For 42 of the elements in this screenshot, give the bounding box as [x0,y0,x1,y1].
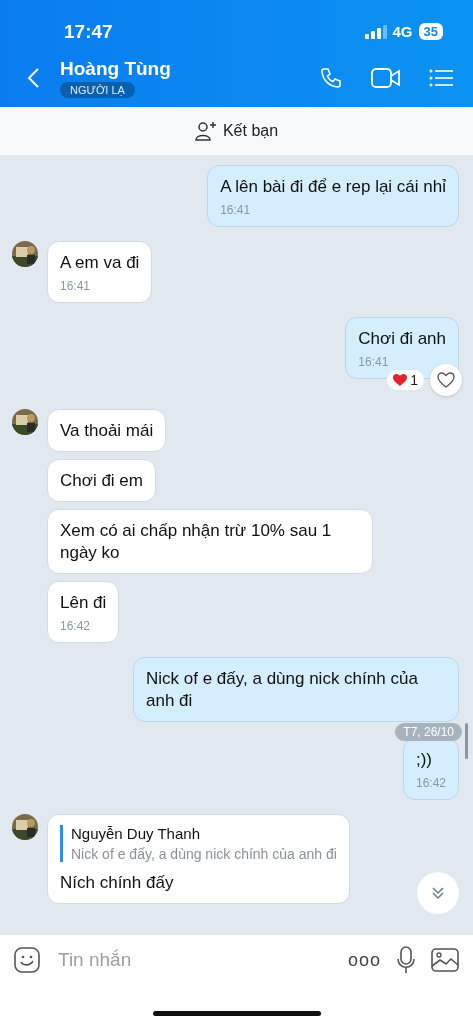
back-icon[interactable] [26,67,40,89]
quote-text: Nick of e đấy, a dùng nick chính của anh đi [71,846,337,862]
message-text: Va thoải mái [60,420,154,442]
message-text: ;)) [415,749,433,771]
message-text: A em va đi [60,252,140,274]
quote-author: Nguyễn Duy Thanh [71,825,201,842]
phone-icon[interactable] [319,66,343,90]
message-time: 16:42 [60,619,92,633]
network-label: 4G [392,23,413,40]
message-text: A lên bài đi để e rep lại cái nhỉ [220,176,446,198]
message-text: Chơi đi em [60,470,143,492]
double-chevron-down-icon [430,885,446,901]
message-time: 16:41 [60,279,92,293]
heart-outline-icon [437,372,455,388]
microphone-icon[interactable] [397,946,415,974]
add-friend-button[interactable]: Kết bạn [0,107,473,155]
message-text: Chơi đi anh [358,328,446,350]
signal-icon [364,24,387,39]
contact-name: Hoàng Tùng [60,58,171,80]
like-button[interactable] [430,364,462,396]
message-input[interactable]: Tin nhắn [56,948,332,972]
heart-icon [393,373,408,387]
reaction-count[interactable]: 1 [387,370,424,390]
scroll-down-button[interactable] [417,872,459,914]
status-time: 17:47 [64,20,113,43]
message-time: 16:42 [415,776,446,790]
message-text: Xem có ai chấp nhận trừ 10% sau 1 ngày ko [60,520,333,564]
sticker-icon[interactable] [14,947,40,973]
add-person-icon [194,121,217,141]
message-text: Lên đi [60,592,107,614]
menu-icon[interactable] [429,68,453,88]
scrollbar [465,723,468,759]
video-call-icon[interactable] [371,67,401,89]
message-text: Ních chính đấy [60,872,175,894]
image-icon[interactable] [431,948,459,972]
battery-level: 35 [418,23,443,40]
date-chip: T7, 26/10 [395,723,462,741]
stranger-badge: NGƯỜI LẠ [60,82,135,98]
more-button[interactable]: ooo [347,949,381,971]
message-time: 16:41 [220,203,252,217]
message-time: 16:41 [358,355,390,369]
message-text: Nick of e đấy, a dùng nick chính của anh đi [146,668,419,712]
